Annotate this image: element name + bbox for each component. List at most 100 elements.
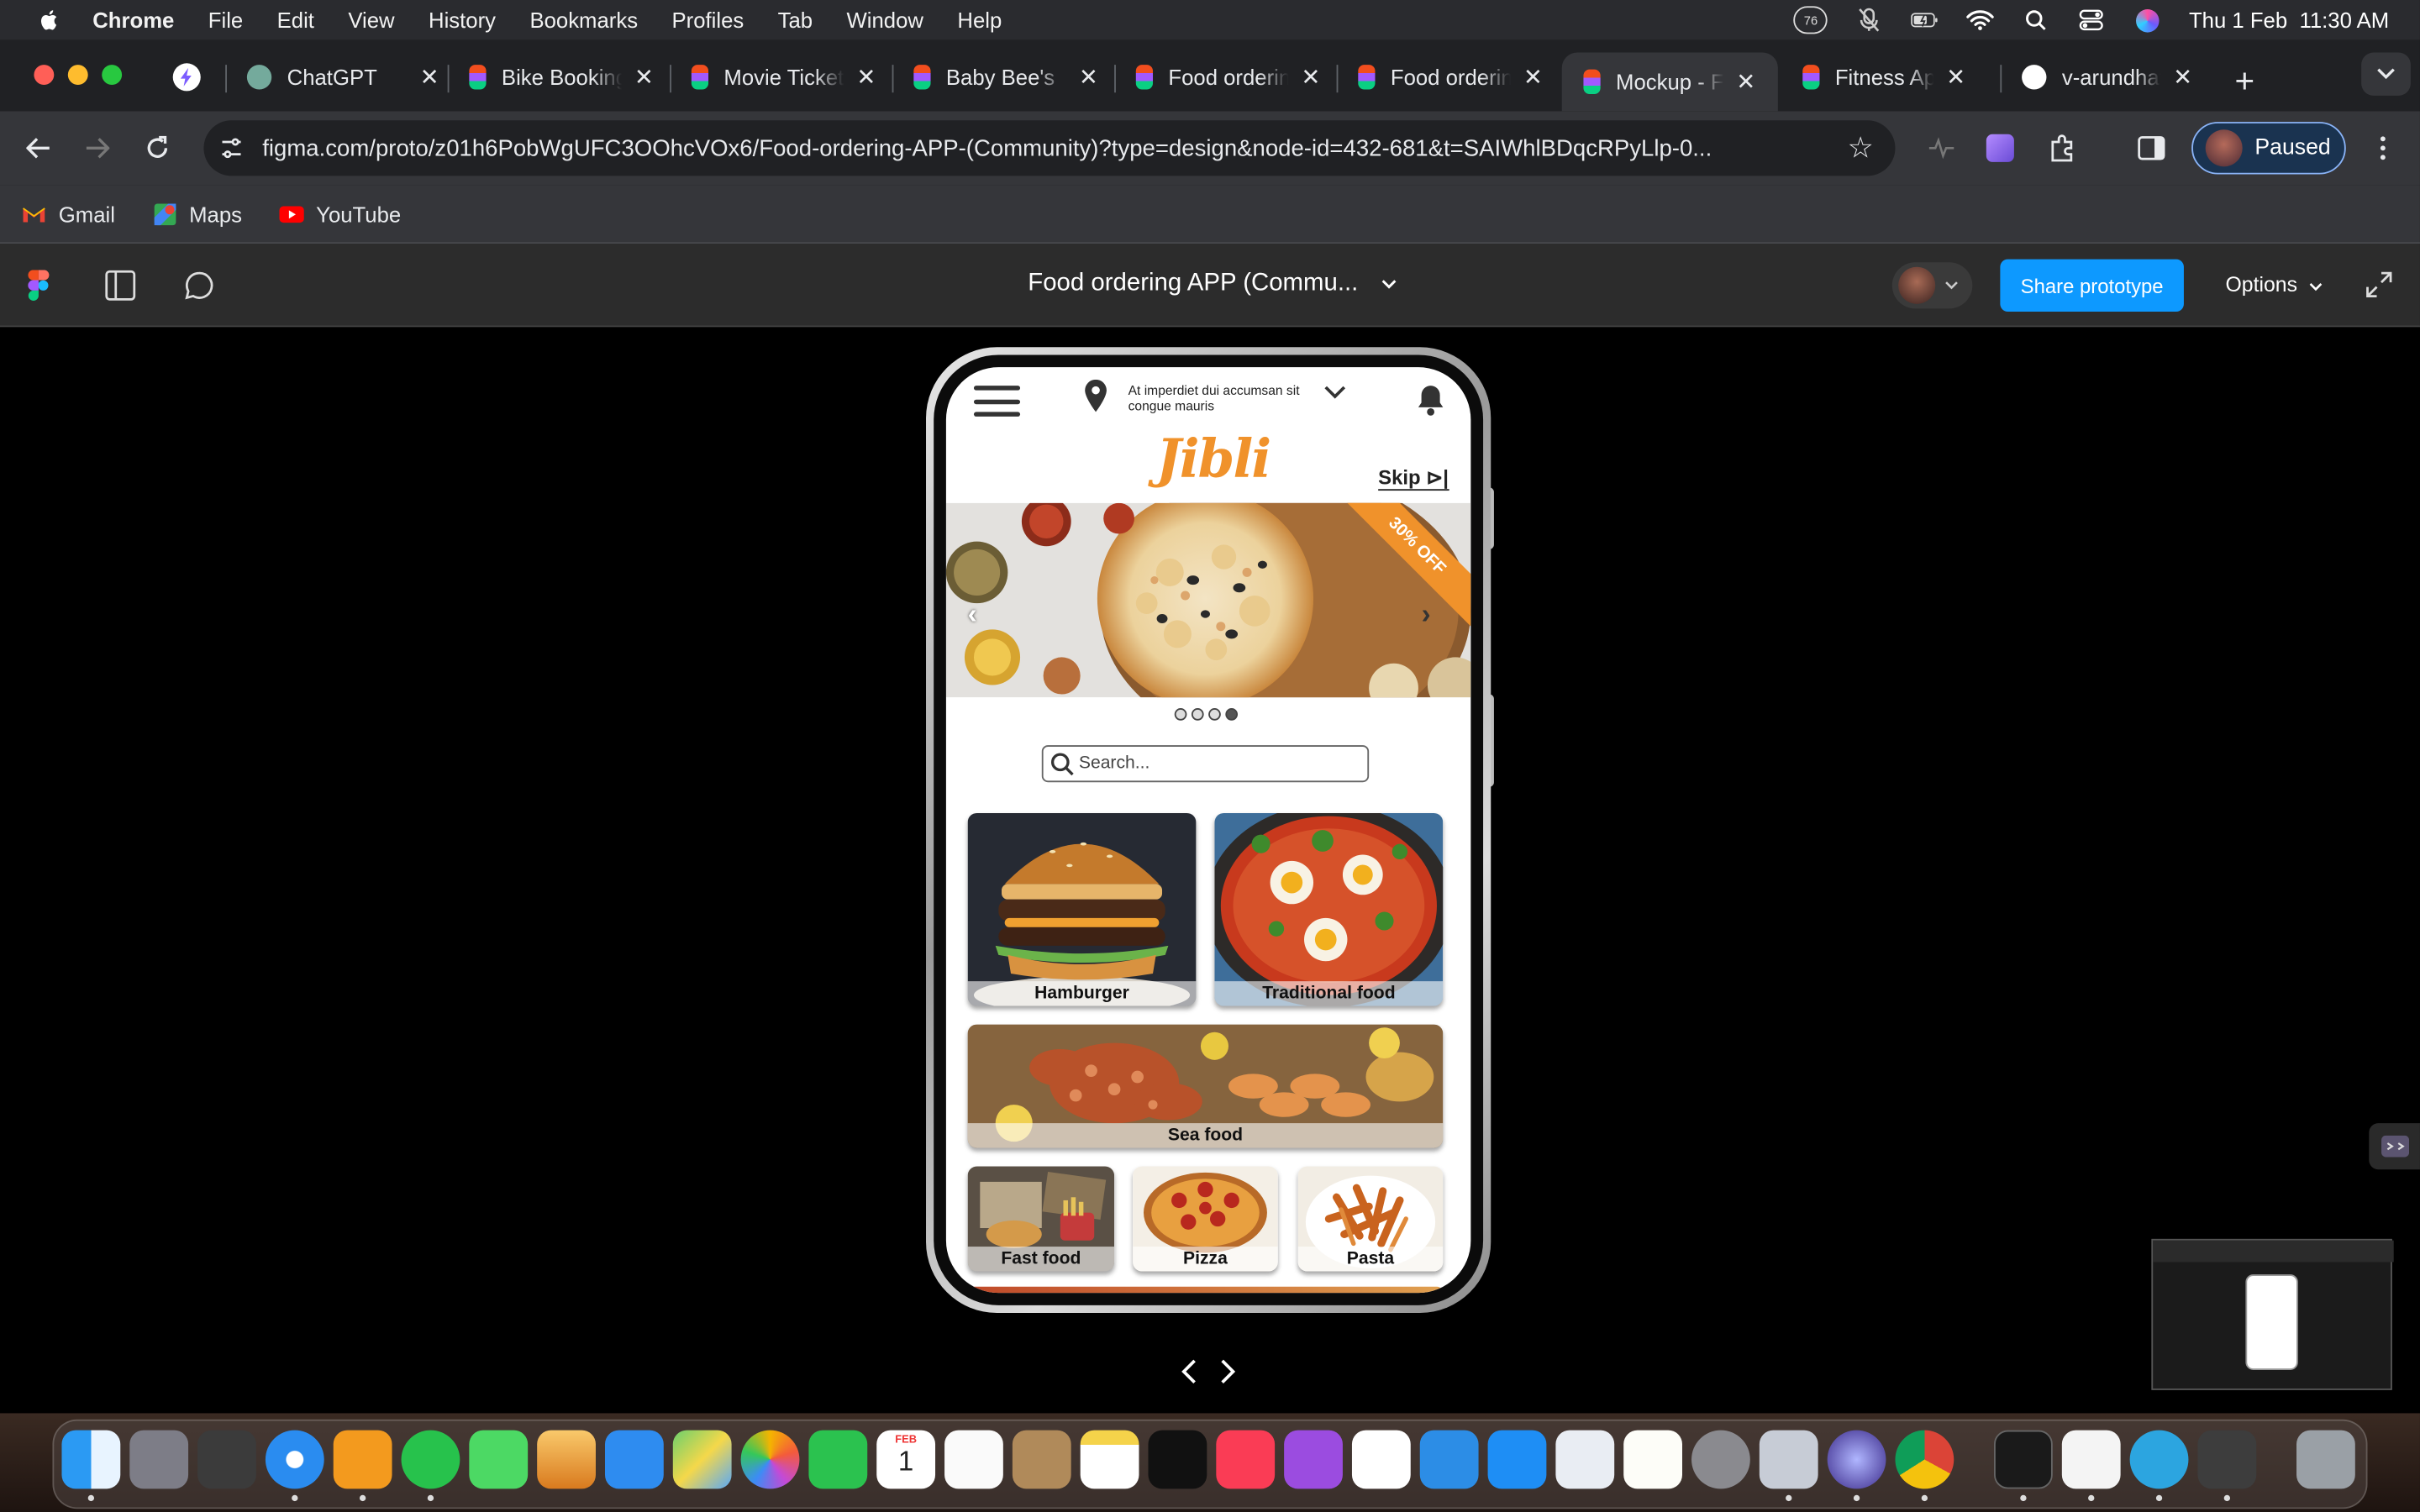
close-tab-icon[interactable]: ✕ <box>2173 63 2192 91</box>
reload-icon[interactable] <box>139 129 176 166</box>
system-settings-icon[interactable] <box>1691 1430 1750 1489</box>
bell-icon[interactable] <box>1415 383 1446 417</box>
options-menu-button[interactable]: Options <box>2226 273 2323 297</box>
tab-mockup-active[interactable]: Mockup - Food ✕ <box>1561 52 1778 112</box>
figma-logo-icon[interactable] <box>28 270 50 301</box>
category-card-sea-food[interactable]: Sea food <box>967 1024 1444 1148</box>
carousel-dot-active[interactable] <box>1225 708 1239 721</box>
viewer-avatar-menu[interactable] <box>1891 262 1973 309</box>
previous-frame-chevron-icon[interactable] <box>1179 1357 1197 1394</box>
close-tab-icon[interactable]: ✕ <box>1301 63 1320 91</box>
next-frame-chevron-icon[interactable] <box>1219 1357 1238 1394</box>
keynote-icon[interactable] <box>1555 1430 1615 1489</box>
trash-icon[interactable] <box>2296 1430 2355 1489</box>
menu-profiles[interactable]: Profiles <box>671 8 744 32</box>
menu-file[interactable]: File <box>208 8 243 32</box>
close-window-button[interactable] <box>34 65 55 86</box>
category-card-pizza[interactable]: Pizza <box>1133 1166 1278 1272</box>
books-icon[interactable] <box>333 1430 392 1489</box>
facetime-icon[interactable] <box>808 1430 868 1489</box>
close-tab-icon[interactable]: ✕ <box>420 63 439 91</box>
control-center-icon[interactable] <box>2078 6 2106 34</box>
floating-extension-icon[interactable] <box>2369 1123 2420 1170</box>
promo-banner-carousel[interactable]: 30% OFF ‹ › <box>945 502 1471 698</box>
chrome-icon[interactable] <box>1895 1430 1954 1489</box>
terminal-icon[interactable] <box>1994 1430 2053 1489</box>
finder-icon[interactable] <box>61 1430 121 1489</box>
back-arrow-icon[interactable] <box>20 129 57 166</box>
photos-icon[interactable] <box>740 1430 800 1489</box>
site-settings-icon[interactable] <box>219 136 244 160</box>
tab-fitness-app[interactable]: Fitness App ✕ <box>1781 52 1965 102</box>
close-tab-icon[interactable]: ✕ <box>1523 63 1543 91</box>
menu-tab[interactable]: Tab <box>778 8 813 32</box>
photo-slideshow-icon[interactable] <box>537 1430 596 1489</box>
carousel-prev-chevron-icon[interactable]: ‹ <box>968 599 977 632</box>
wifi-icon[interactable] <box>1966 6 1995 34</box>
mic-off-icon[interactable] <box>1855 6 1883 34</box>
extension-pulse-icon[interactable] <box>1926 133 1957 164</box>
tab-bike-booking[interactable]: Bike Booking ✕ <box>448 52 654 102</box>
chevron-down-icon[interactable] <box>1381 279 1397 290</box>
close-tab-icon[interactable]: ✕ <box>1736 68 1755 96</box>
carousel-next-chevron-icon[interactable]: › <box>1422 599 1431 632</box>
hamburger-menu-icon[interactable] <box>973 386 1021 417</box>
maps-app-icon[interactable] <box>672 1430 732 1489</box>
vscode-icon[interactable] <box>1419 1430 1479 1489</box>
tab-pinned[interactable] <box>155 52 201 102</box>
share-prototype-button[interactable]: Share prototype <box>2000 259 2184 312</box>
app-store-icon[interactable] <box>1487 1430 1547 1489</box>
keychain-icon[interactable] <box>197 1430 256 1489</box>
carousel-dot[interactable] <box>1174 708 1187 721</box>
menu-history[interactable]: History <box>429 8 496 32</box>
close-tab-icon[interactable]: ✕ <box>634 63 654 91</box>
whatsapp-icon[interactable] <box>401 1430 460 1489</box>
prototype-title[interactable]: Food ordering APP (Commu... <box>1028 270 1358 297</box>
menu-bookmarks[interactable]: Bookmarks <box>529 8 638 32</box>
battery-icon[interactable] <box>1911 6 1939 34</box>
extensions-puzzle-icon[interactable] <box>2046 133 2077 164</box>
maximize-window-button[interactable] <box>102 65 123 86</box>
notes-icon[interactable] <box>1080 1430 1139 1489</box>
tab-food-ordering-1[interactable]: Food ordering ✕ <box>1114 52 1320 102</box>
carousel-dot[interactable] <box>1208 708 1221 721</box>
calendar-icon[interactable]: FEB 1 <box>876 1430 936 1489</box>
telegram-icon[interactable] <box>2129 1430 2189 1489</box>
tab-search-chevron-icon[interactable] <box>2361 52 2411 96</box>
spotlight-search-icon[interactable] <box>2023 6 2050 34</box>
notification-badge-icon[interactable]: 76 <box>1793 6 1828 34</box>
close-tab-icon[interactable]: ✕ <box>1946 63 1965 91</box>
carousel-dot[interactable] <box>1191 708 1204 721</box>
menu-window[interactable]: Window <box>847 8 923 32</box>
category-card-pasta[interactable]: Pasta <box>1297 1166 1444 1272</box>
launchpad-icon[interactable] <box>129 1430 189 1489</box>
messages-icon[interactable] <box>469 1430 529 1489</box>
sublime-text-icon[interactable] <box>2197 1430 2257 1489</box>
new-tab-plus-icon[interactable]: + <box>2235 61 2255 102</box>
reminders-icon[interactable] <box>944 1430 1003 1489</box>
clock-datetime[interactable]: Thu 1 Feb 11:30 AM <box>2189 8 2389 32</box>
fullscreen-icon[interactable] <box>2366 271 2392 298</box>
menu-help[interactable]: Help <box>957 8 1002 32</box>
textedit-icon[interactable] <box>2061 1430 2121 1489</box>
siri-icon[interactable] <box>2133 6 2161 34</box>
pages-icon[interactable] <box>1623 1430 1683 1489</box>
safari-icon[interactable] <box>265 1430 324 1489</box>
category-card-hamburger[interactable]: Hamburger <box>967 812 1197 1006</box>
skip-button[interactable]: Skip ⊳| <box>1378 466 1449 491</box>
bookmark-youtube[interactable]: YouTube <box>279 202 401 226</box>
delivery-address[interactable]: At imperdiet dui accumsan sit congue mau… <box>1128 383 1302 414</box>
bookmark-gmail[interactable]: Gmail <box>22 202 115 226</box>
category-card-traditional-food[interactable]: Traditional food <box>1214 812 1444 1006</box>
contacts-icon[interactable] <box>1012 1430 1071 1489</box>
tab-food-ordering-2[interactable]: Food ordering ✕ <box>1337 52 1543 102</box>
apple-icon[interactable] <box>37 8 61 32</box>
music-icon[interactable] <box>1216 1430 1276 1489</box>
close-tab-icon[interactable]: ✕ <box>1079 63 1098 91</box>
tab-github[interactable]: v-arundhathi ✕ <box>2000 52 2192 102</box>
mail-icon[interactable] <box>604 1430 664 1489</box>
tab-baby-bees[interactable]: Baby Bee's ✕ <box>892 52 1098 102</box>
category-card-fast-food[interactable]: Fast food <box>967 1166 1115 1272</box>
bookmark-maps[interactable]: Maps <box>152 202 242 226</box>
menu-view[interactable]: View <box>348 8 394 32</box>
